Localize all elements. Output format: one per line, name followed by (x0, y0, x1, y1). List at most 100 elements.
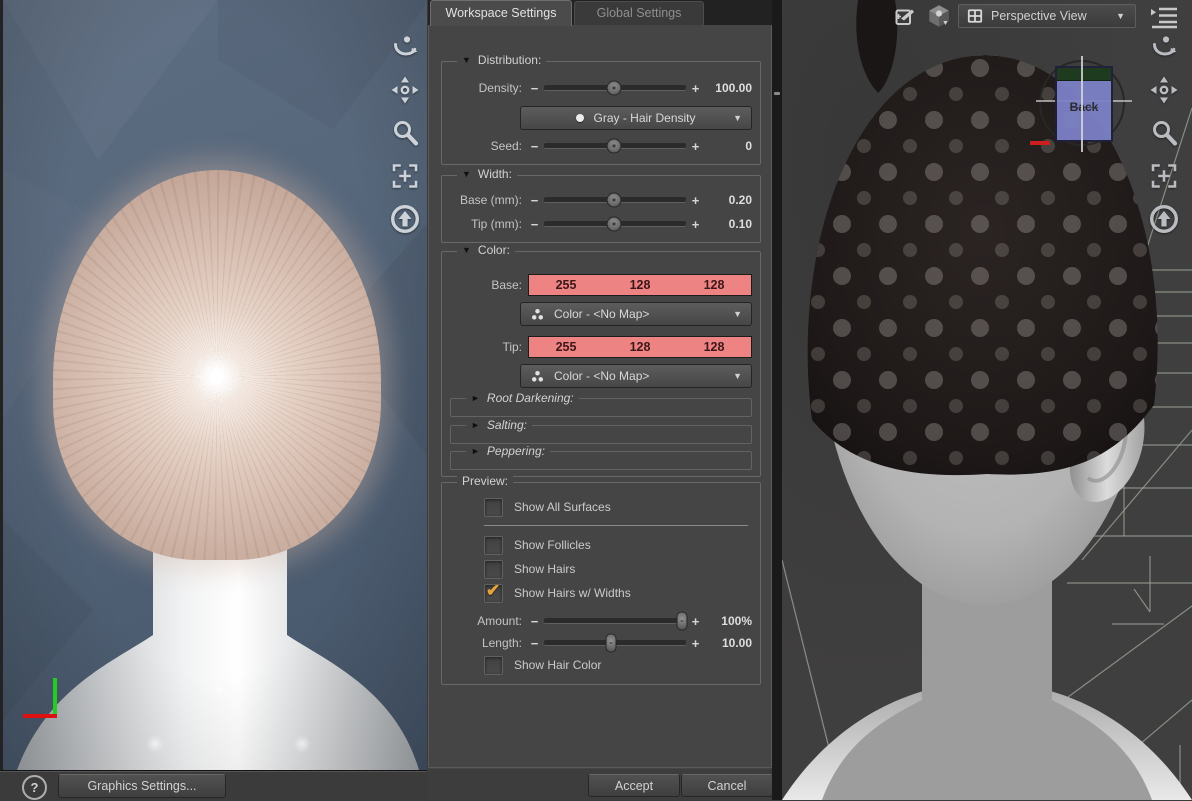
orbit-camera-icon[interactable] (390, 32, 420, 62)
amount-slider-handle[interactable] (676, 611, 688, 630)
y-axis-indicator (53, 678, 57, 716)
camera-cube-dropdown-icon[interactable]: ▼ (942, 20, 949, 27)
seed-label: Seed: (490, 139, 522, 153)
amount-decrement-button[interactable]: − (528, 614, 541, 629)
density-decrement-button[interactable]: − (528, 81, 541, 96)
tip-color-map-dropdown[interactable]: Color - <No Map> ▼ (520, 364, 752, 388)
zoom-camera-icon[interactable] (390, 118, 420, 148)
length-slider-handle[interactable] (605, 633, 617, 652)
distribution-group-title[interactable]: ▼ Distribution: (457, 53, 547, 67)
tip-width-increment-button[interactable]: + (689, 217, 702, 232)
tip-width-value[interactable]: 0.10 (702, 217, 752, 231)
pan-camera-icon[interactable] (1149, 75, 1179, 105)
length-value[interactable]: 10.00 (702, 636, 752, 650)
seed-value[interactable]: 0 (702, 139, 752, 153)
base-color-swatch[interactable]: 255 128 128 (528, 274, 752, 296)
tip-width-decrement-button[interactable]: − (528, 217, 541, 232)
base-width-decrement-button[interactable]: − (528, 193, 541, 208)
tip-width-slider-handle[interactable] (606, 216, 622, 231)
base-width-slider[interactable] (544, 192, 686, 207)
show-follicles-checkbox[interactable] (484, 535, 503, 555)
tip-width-label: Tip (mm): (471, 217, 522, 231)
show-hairs-w-widths-label: Show Hairs w/ Widths (514, 586, 631, 600)
pane-options-icon[interactable] (1148, 4, 1180, 30)
viewport-options-icon[interactable] (893, 5, 917, 29)
gizmo-vertical-axis (1081, 56, 1083, 152)
tip-color-swatch[interactable]: 255 128 128 (528, 336, 752, 358)
show-hairs-checkbox[interactable] (484, 559, 503, 579)
amount-increment-button[interactable]: + (689, 614, 702, 629)
frame-selection-icon[interactable] (390, 161, 420, 191)
tab-workspace-settings[interactable]: Workspace Settings (430, 0, 572, 26)
left-viewport-nav-tools (387, 32, 423, 234)
preview-group-title: Preview: (457, 474, 514, 488)
density-slider[interactable] (544, 80, 686, 95)
base-width-slider-handle[interactable] (606, 192, 622, 207)
chevron-down-icon: ▼ (733, 309, 742, 319)
zoom-camera-icon[interactable] (1149, 118, 1179, 148)
reset-camera-icon[interactable] (390, 204, 420, 234)
accept-button[interactable]: Accept (588, 774, 680, 797)
window-grid-icon (967, 9, 983, 23)
root-darkening-title[interactable]: ► Root Darkening: (466, 391, 579, 405)
help-button[interactable]: ? (22, 775, 47, 800)
tip-width-slider[interactable] (544, 216, 686, 231)
viewport-vignette (3, 0, 427, 770)
view-cube-top-face (1057, 68, 1111, 81)
density-slider-handle[interactable] (606, 80, 622, 95)
chevron-down-icon: ▼ (733, 113, 742, 123)
map-bullet-icon (576, 114, 585, 122)
panel-splitter[interactable] (772, 0, 782, 800)
settings-tabbar: Workspace Settings Global Settings (428, 0, 772, 26)
chevron-down-icon: ▼ (1116, 11, 1125, 21)
camera-view-dropdown[interactable]: Perspective View ▼ (958, 4, 1136, 28)
length-increment-button[interactable]: + (689, 636, 702, 651)
show-all-surfaces-checkbox[interactable] (484, 497, 503, 517)
base-color-map-dropdown[interactable]: Color - <No Map> ▼ (520, 302, 752, 326)
width-group-title[interactable]: ▼ Width: (457, 167, 517, 181)
base-width-increment-button[interactable]: + (689, 193, 702, 208)
panel-content: ▼ Distribution: Density: − + 100.00 Gray… (428, 25, 772, 768)
amount-label: Amount: (477, 614, 522, 628)
amount-slider[interactable] (544, 611, 688, 630)
show-hair-color-checkbox[interactable] (484, 655, 503, 675)
color-group-title[interactable]: ▼ Color: (457, 243, 515, 257)
orbit-camera-icon[interactable] (1149, 32, 1179, 62)
base-color-label: Base: (491, 278, 522, 292)
show-hairs-w-widths-checkbox[interactable]: ✔ (484, 580, 503, 603)
view-cube[interactable]: Back (1055, 66, 1113, 142)
pan-camera-icon[interactable] (390, 75, 420, 105)
right-viewport[interactable]: ▼ Perspective View ▼ Back (782, 0, 1192, 800)
check-icon: ✔ (486, 580, 501, 600)
seed-slider-handle[interactable] (606, 138, 622, 153)
collapse-arrow-icon: ▼ (462, 169, 471, 179)
density-value[interactable]: 100.00 (702, 81, 752, 95)
panel-button-row: Accept Cancel (428, 769, 773, 800)
salting-title[interactable]: ► Salting: (466, 418, 532, 432)
right-viewport-nav-tools (1146, 32, 1182, 234)
collapse-arrow-icon: ▼ (462, 245, 471, 255)
show-hairs-label: Show Hairs (514, 562, 576, 576)
amount-value[interactable]: 100% (702, 614, 752, 628)
density-map-dropdown[interactable]: Gray - Hair Density ▼ (520, 106, 752, 130)
seed-slider[interactable] (544, 138, 686, 153)
base-width-value[interactable]: 0.20 (702, 193, 752, 207)
expand-arrow-icon: ► (471, 393, 480, 403)
color-group: ▼ Color: Base: 255 128 128 Color - <No M… (441, 243, 761, 477)
gizmo-x-axis-tick (1030, 141, 1050, 145)
length-decrement-button[interactable]: − (528, 636, 541, 651)
peppering-title[interactable]: ► Peppering: (466, 444, 550, 458)
seed-increment-button[interactable]: + (689, 139, 702, 154)
length-slider[interactable] (544, 633, 686, 652)
reset-camera-icon[interactable] (1149, 204, 1179, 234)
base-width-label: Base (mm): (459, 193, 522, 207)
seed-decrement-button[interactable]: − (528, 139, 541, 154)
graphics-settings-button[interactable]: Graphics Settings... (58, 774, 226, 798)
density-increment-button[interactable]: + (689, 81, 702, 96)
tab-global-settings[interactable]: Global Settings (574, 1, 704, 25)
left-viewport[interactable] (0, 0, 427, 770)
cancel-button[interactable]: Cancel (681, 774, 773, 797)
chevron-down-icon: ▼ (733, 371, 742, 381)
preview-group: Preview: Show All Surfaces Show Follicle… (441, 474, 761, 685)
frame-selection-icon[interactable] (1149, 161, 1179, 191)
